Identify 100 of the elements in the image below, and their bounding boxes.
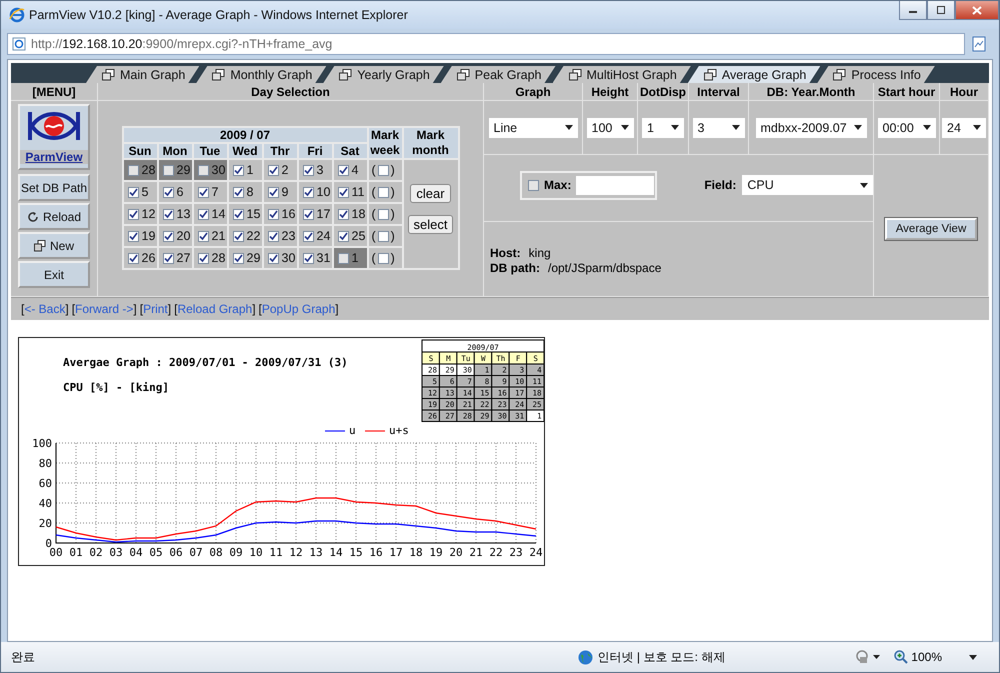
tab[interactable]: Yearly Graph: [323, 66, 444, 83]
zoom-button[interactable]: 100%: [894, 650, 942, 664]
calendar-header-cell: [491, 352, 510, 364]
x-tick-label: 10: [249, 546, 263, 559]
checkbox[interactable]: [268, 208, 278, 220]
checkbox[interactable]: [162, 230, 174, 242]
checkbox[interactable]: [302, 164, 314, 176]
dropdown[interactable]: CPU: [742, 175, 873, 195]
day-number: 29: [246, 251, 260, 265]
day-number: 18: [352, 207, 366, 221]
checkbox[interactable]: [232, 208, 244, 220]
compatibility-view-icon[interactable]: [971, 36, 987, 52]
dropdown[interactable]: Line: [488, 118, 578, 138]
checkbox[interactable]: [128, 252, 138, 264]
tab[interactable]: Monthly Graph: [196, 66, 326, 83]
tab[interactable]: MultiHost Graph: [552, 66, 691, 83]
checkbox[interactable]: [338, 186, 348, 198]
x-tick-label: 17: [389, 546, 403, 559]
reload-icon: [26, 210, 39, 222]
checkbox[interactable]: [128, 230, 138, 242]
maximize-button[interactable]: [927, 1, 955, 20]
checkbox[interactable]: [302, 208, 314, 220]
x-tick-label: 12: [289, 546, 303, 559]
checkbox[interactable]: [338, 230, 348, 242]
checkbox[interactable]: [128, 186, 138, 198]
menu-button[interactable]: New: [18, 232, 90, 259]
checkbox[interactable]: [162, 208, 174, 220]
dropdown[interactable]: 00:00: [878, 118, 936, 138]
address-field[interactable]: http://192.168.10.20:9900/mrepx.cgi?-nTH+frame_avg: [7, 33, 965, 55]
dropdown[interactable]: 24: [942, 118, 986, 138]
checkmark-icon: [304, 210, 312, 218]
checkmark-icon: [338, 232, 348, 240]
mark-month-button[interactable]: select: [408, 215, 454, 234]
dropdown[interactable]: 1: [642, 118, 684, 138]
checkmark-icon: [268, 166, 278, 174]
checkbox[interactable]: [128, 208, 138, 220]
dropdown[interactable]: 100: [586, 118, 634, 138]
checkbox[interactable]: [198, 164, 208, 176]
menu-button[interactable]: Exit: [18, 261, 90, 288]
checkbox[interactable]: [198, 208, 208, 220]
max-input-field[interactable]: [576, 176, 654, 194]
tab[interactable]: Main Graph: [86, 66, 200, 83]
close-button[interactable]: [955, 1, 999, 20]
checkmark-icon: [128, 210, 138, 218]
average-view-button[interactable]: Average View: [884, 218, 978, 240]
column-heading: Day Selection: [98, 83, 484, 101]
checkbox[interactable]: [528, 180, 539, 190]
checkbox[interactable]: [338, 252, 348, 264]
caret-icon[interactable]: [969, 654, 977, 660]
tab[interactable]: Peak Graph: [440, 66, 556, 83]
day-number: 7: [212, 185, 218, 199]
checkbox[interactable]: [232, 164, 244, 176]
checkbox[interactable]: [162, 252, 174, 264]
checkbox[interactable]: [378, 208, 389, 220]
checkbox[interactable]: [378, 186, 389, 198]
day-number: 10: [316, 185, 330, 199]
checkbox[interactable]: [232, 230, 244, 242]
tab[interactable]: Process Info: [817, 66, 935, 83]
logo-button[interactable]: ParmView: [18, 104, 90, 170]
tab[interactable]: Average Graph: [688, 66, 820, 83]
minimize-button[interactable]: [899, 1, 927, 20]
checkbox[interactable]: [302, 186, 314, 198]
nav-link[interactable]: [Forward ->]: [72, 302, 137, 316]
checkbox[interactable]: [302, 230, 314, 242]
checkbox[interactable]: [268, 252, 278, 264]
day-number: 5: [142, 185, 148, 199]
checkbox[interactable]: [302, 252, 314, 264]
security-icon[interactable]: [855, 650, 882, 664]
checkbox[interactable]: [338, 164, 348, 176]
dropdown[interactable]: 3: [692, 118, 744, 138]
checkbox[interactable]: [128, 164, 138, 176]
checkbox[interactable]: [378, 164, 389, 176]
checkbox[interactable]: [268, 186, 278, 198]
checkbox[interactable]: [232, 186, 244, 198]
checkbox[interactable]: [162, 164, 174, 176]
nav-link[interactable]: [PopUp Graph]: [258, 302, 339, 316]
mark-month-button[interactable]: clear: [410, 184, 451, 203]
menu-button[interactable]: Set DB Path: [18, 174, 90, 201]
checkbox[interactable]: [198, 186, 208, 198]
checkbox[interactable]: [198, 230, 208, 242]
checkbox[interactable]: [378, 230, 389, 242]
menu-button[interactable]: Reload: [18, 203, 90, 230]
checkbox[interactable]: [268, 164, 278, 176]
checkbox[interactable]: [232, 252, 244, 264]
nav-link[interactable]: [<- Back]: [21, 302, 69, 316]
nav-link[interactable]: [Print]: [140, 302, 172, 316]
checkbox[interactable]: [338, 208, 348, 220]
checkbox[interactable]: [198, 252, 208, 264]
checkmark-icon: [234, 166, 242, 174]
column-heading: Interval: [689, 83, 749, 101]
checkmark-icon: [128, 254, 138, 262]
x-tick-label: 05: [149, 546, 163, 559]
day-number: 31: [316, 251, 330, 265]
checkbox[interactable]: [268, 230, 278, 242]
dropdown[interactable]: mdbxx-2009.07: [756, 118, 866, 138]
nav-link[interactable]: [Reload Graph]: [174, 302, 256, 316]
calendar-header-cell: [474, 352, 492, 364]
checkbox[interactable]: [162, 186, 174, 198]
checkbox[interactable]: [378, 252, 389, 264]
column-heading: Mark month: [402, 127, 458, 159]
